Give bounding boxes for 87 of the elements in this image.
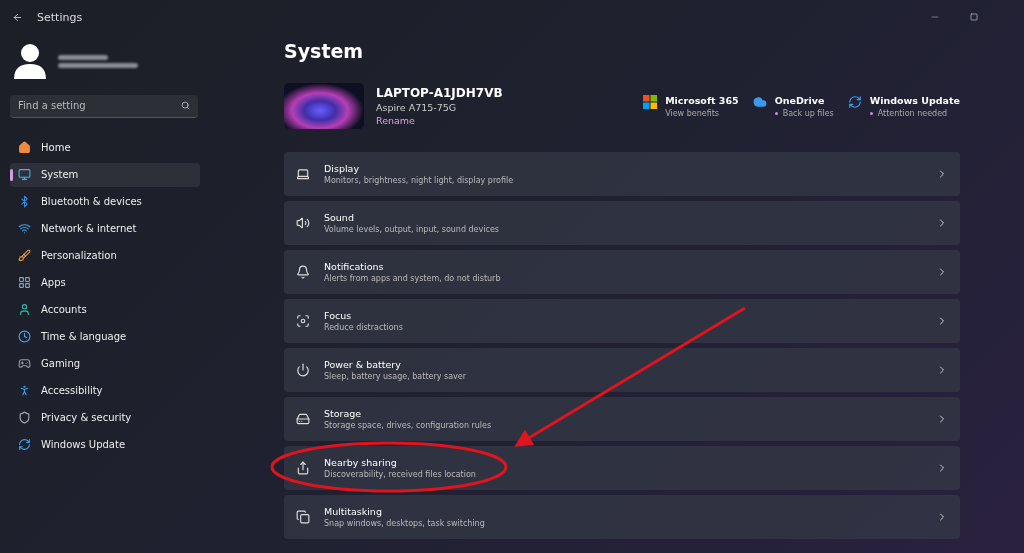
sidebar-item[interactable]: Gaming — [10, 351, 200, 376]
sidebar-item[interactable]: Personalization — [10, 243, 200, 268]
setting-title: Sound — [324, 212, 355, 223]
search-field[interactable]: Find a setting — [10, 94, 198, 118]
person-icon — [18, 303, 31, 316]
service-title[interactable]: Microsoft 365 — [665, 94, 739, 106]
clock-icon — [18, 330, 31, 343]
device-name: LAPTOP-A1JDH7VB — [376, 86, 503, 100]
settings-row[interactable]: Focus Reduce distractions — [284, 299, 960, 343]
sidebar-label: Bluetooth & devices — [41, 196, 142, 207]
settings-row[interactable]: Nearby sharing Discoverability, received files location — [284, 446, 960, 490]
sidebar-item[interactable]: Accessibility — [10, 378, 200, 403]
setting-description: Reduce distractions — [324, 323, 404, 332]
sidebar-item[interactable]: Bluetooth & devices — [10, 189, 200, 214]
setting-description: Storage space, drives, configuration rules — [324, 421, 493, 430]
setting-description: Alerts from apps and system, do not disturb — [324, 274, 502, 283]
blurred-text — [58, 54, 108, 60]
wifi-icon — [18, 222, 31, 235]
service-title[interactable]: OneDrive — [774, 94, 834, 106]
sidebar-label: Personalization — [41, 250, 117, 261]
settings-row[interactable]: Multitasking Snap windows, desktops, task switching — [284, 495, 960, 539]
search-icon — [181, 101, 190, 110]
settings-row[interactable]: Storage Storage space, drives, configuration rules — [284, 397, 960, 441]
speaker-icon — [296, 216, 310, 230]
sidebar-item[interactable]: Apps — [10, 270, 200, 295]
brush-icon — [18, 249, 31, 262]
sidebar-label: Accessibility — [41, 385, 103, 396]
sidebar-label: Time & language — [41, 331, 127, 342]
sidebar-item[interactable]: Time & language — [10, 324, 200, 349]
setting-description: Sleep, battery usage, battery saver — [324, 372, 468, 381]
home-icon — [18, 141, 31, 154]
power-icon — [296, 363, 310, 377]
setting-description: Monitors, brightness, night light, display profile — [324, 176, 515, 185]
sidebar-item[interactable]: Privacy & security — [10, 405, 200, 430]
laptop-icon — [296, 167, 310, 181]
sidebar-label: Apps — [41, 277, 66, 288]
bell-icon — [296, 265, 310, 279]
sidebar-label: Privacy & security — [41, 412, 132, 423]
setting-description: Volume levels, output, input, sound devices — [324, 225, 500, 234]
setting-title: Storage — [324, 408, 363, 419]
sidebar-item[interactable]: Windows Update — [10, 432, 200, 457]
gamepad-icon — [18, 357, 31, 370]
settings-row[interactable]: Sound Volume levels, output, input, sound devices — [284, 201, 960, 245]
focus-icon — [296, 314, 310, 328]
setting-title: Display — [324, 163, 361, 174]
setting-description: Discoverability, received files location — [324, 470, 477, 479]
setting-description: Snap windows, desktops, task switching — [324, 519, 486, 528]
sidebar-item[interactable]: Home — [10, 135, 200, 160]
service-title[interactable]: Windows Update — [869, 94, 960, 106]
refresh-icon — [18, 438, 31, 451]
service-subtitle: Attention needed — [877, 108, 948, 118]
sidebar-label: Accounts — [41, 304, 87, 315]
setting-title: Power & battery — [324, 359, 402, 370]
settings-row[interactable]: Power & battery Sleep, battery usage, battery saver — [284, 348, 960, 392]
window-title: Settings — [37, 10, 83, 24]
apps-grid-icon — [18, 276, 31, 289]
setting-title: Multitasking — [324, 506, 383, 517]
sidebar-item[interactable]: System — [10, 162, 200, 187]
shield-icon — [18, 411, 31, 424]
page-title: System — [284, 40, 365, 62]
sidebar-item[interactable]: Accounts — [10, 297, 200, 322]
back-icon[interactable] — [12, 11, 23, 23]
device-model: Aspire A715-75G — [376, 102, 458, 113]
grid-logo-icon — [643, 94, 658, 109]
service-subtitle: Back up files — [782, 108, 834, 118]
sidebar-label: System — [41, 169, 79, 180]
setting-title: Nearby sharing — [324, 457, 398, 468]
sidebar-label: Network & internet — [41, 223, 137, 234]
accessibility-icon — [18, 384, 31, 397]
avatar-icon — [12, 42, 48, 80]
settings-row[interactable]: Display Monitors, brightness, night light, display profile — [284, 152, 960, 196]
bluetooth-icon — [18, 195, 31, 208]
refresh-icon — [847, 94, 862, 109]
monitor-icon — [18, 168, 31, 181]
sidebar-label: Home — [41, 142, 71, 153]
sidebar-item[interactable]: Network & internet — [10, 216, 200, 241]
rename-link[interactable]: Rename — [376, 115, 503, 126]
restore-icon[interactable] — [970, 13, 978, 21]
sidebar-label: Gaming — [41, 358, 81, 369]
sidebar-label: Windows Update — [41, 439, 126, 450]
drive-icon — [296, 412, 310, 426]
settings-row[interactable]: Notifications Alerts from apps and system, do not disturb — [284, 250, 960, 294]
cloud-icon — [752, 94, 767, 109]
service-subtitle: View benefits — [665, 108, 720, 118]
setting-title: Notifications — [324, 261, 385, 272]
setting-title: Focus — [324, 310, 353, 321]
share-icon — [296, 461, 310, 475]
